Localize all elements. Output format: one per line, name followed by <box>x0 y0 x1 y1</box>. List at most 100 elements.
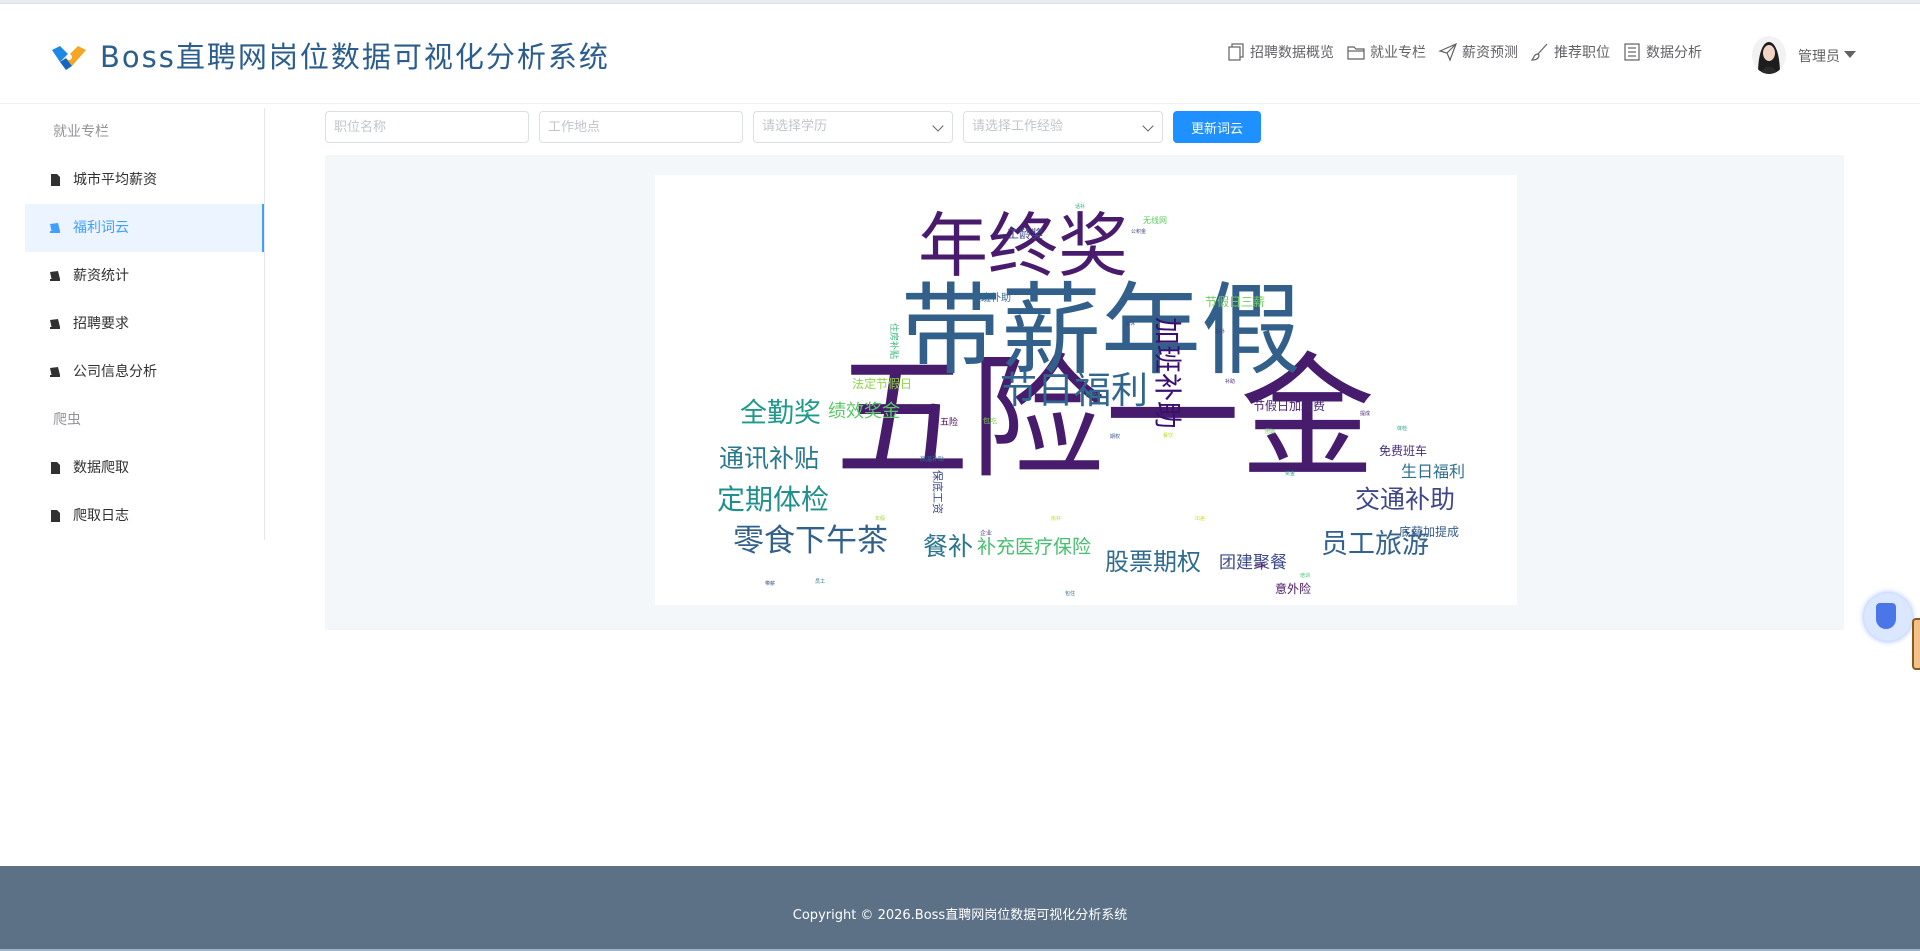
header: Boss直聘网岗位数据可视化分析系统 招聘数据概览 就业专栏 薪资预测 推荐职位… <box>0 4 1920 104</box>
sidebar-item-crawl[interactable]: 数据爬取 <box>25 444 264 492</box>
nav-analysis[interactable]: 数据分析 <box>1622 42 1702 62</box>
sidebar-item-requirements[interactable]: 招聘要求 <box>25 300 264 348</box>
sidebar-item-company-info[interactable]: 公司信息分析 <box>25 348 264 396</box>
paper-plane-icon <box>1438 42 1458 62</box>
caret-down-icon[interactable] <box>1844 51 1856 58</box>
wordcloud-word: 餐补 <box>923 532 973 561</box>
wordcloud-word: 餐饮 <box>1163 432 1173 439</box>
menu-group-employment: 就业专栏 <box>53 124 109 140</box>
float-assistant-widget[interactable] <box>1864 593 1912 641</box>
wordcloud-word: 补助 <box>1225 378 1235 385</box>
wordcloud-word: 全勤奖 <box>740 398 821 429</box>
wordcloud-word: 高温补贴 <box>920 455 944 463</box>
sidebar-item-salary-stats[interactable]: 薪资统计 <box>25 252 264 300</box>
wordcloud-word: 法定节假日 <box>852 376 912 391</box>
wordcloud-word: 团建聚餐 <box>1219 553 1287 573</box>
footer: Copyright © 2026.Boss直聘网岗位数据可视化分析系统 <box>0 866 1920 951</box>
handshake-logo-icon <box>52 46 86 70</box>
wordcloud-word: 免费班车 <box>1379 443 1427 458</box>
folder-icon <box>1347 46 1365 60</box>
app-title: Boss直聘网岗位数据可视化分析系统 <box>100 40 610 74</box>
wordcloud-word: 股票期权 <box>1105 548 1201 576</box>
wordcloud-word: 员工 <box>815 579 825 585</box>
experience-select-placeholder: 请选择工作经验 <box>972 119 1064 134</box>
wordcloud-word: 包住 <box>1065 590 1075 597</box>
nav-overview[interactable]: 招聘数据概览 <box>1226 42 1334 62</box>
sidebar-item-wordcloud[interactable]: 福利词云 <box>25 204 264 252</box>
update-wordcloud-button[interactable]: 更新词云 <box>1173 111 1261 143</box>
wordcloud-card: 五险一金 带薪年假 年终奖 节日福利 加班补助 全勤奖 绩效奖金 通讯补贴 定期体检 零食下午茶餐… <box>655 175 1517 605</box>
sidebar-item-label: 公司信息分析 <box>73 364 157 380</box>
wordcloud-word: 年休 <box>1125 320 1135 327</box>
list-icon <box>1624 43 1640 61</box>
notebook-icon <box>50 367 60 377</box>
sidebar-item-label: 福利词云 <box>73 220 129 236</box>
wordcloud-word: 奖金 <box>1285 470 1295 477</box>
notebook-icon <box>50 271 60 281</box>
menu-group-crawler: 爬虫 <box>53 412 81 428</box>
notebook-icon <box>50 223 60 233</box>
wordcloud-word: 培训 <box>1300 572 1310 579</box>
avatar-icon <box>1752 36 1786 74</box>
user-avatar[interactable] <box>1752 36 1786 74</box>
education-select-placeholder: 请选择学历 <box>762 119 828 134</box>
wordcloud-word: 补贴 <box>1085 391 1097 399</box>
copyright-text: Copyright © 2026.Boss直聘网岗位数据可视化分析系统 <box>792 908 1128 923</box>
job-title-input[interactable] <box>325 111 529 143</box>
sidebar-item-label: 爬取日志 <box>73 508 129 524</box>
sidebar: 就业专栏 城市平均薪资 福利词云 薪资统计 招聘要求 公司信息分析 爬虫 数据爬… <box>25 108 265 540</box>
document-icon <box>51 510 60 522</box>
chevron-down-icon <box>1142 120 1154 132</box>
wordcloud-word: 无线网 <box>1143 215 1167 225</box>
location-input[interactable] <box>539 111 743 143</box>
wordcloud-word: 节假日三薪 <box>1205 295 1265 309</box>
brush-icon <box>1530 43 1548 61</box>
nav-salary-predict-label: 薪资预测 <box>1462 45 1518 61</box>
user-name[interactable]: 管理员 <box>1798 46 1840 66</box>
sidebar-item-label: 招聘要求 <box>73 316 129 332</box>
wordcloud-word: 带薪 <box>765 580 775 587</box>
wordcloud-svg: 五险一金带薪年假年终奖节日福利 加班补助全勤奖 绩效奖金通讯补贴定期体检零食下午茶餐… <box>717 203 1465 597</box>
nav-recommend[interactable]: 推荐职位 <box>1530 42 1610 62</box>
chevron-down-icon <box>932 120 944 132</box>
wordcloud-word: 期权 <box>1110 433 1120 440</box>
nav-analysis-label: 数据分析 <box>1646 45 1702 61</box>
wordcloud-word: 公积金 <box>1131 228 1146 235</box>
notebook-icon <box>50 319 60 329</box>
wordcloud-word: 底薪加提成 <box>1399 524 1459 539</box>
nav-salary-predict[interactable]: 薪资预测 <box>1438 42 1518 62</box>
hand-icon <box>1876 603 1896 629</box>
nav-employment-label: 就业专栏 <box>1370 45 1426 61</box>
wordcloud-word: 提成 <box>1360 410 1370 417</box>
experience-select[interactable]: 请选择工作经验 <box>963 111 1163 143</box>
document-copy-icon <box>1228 43 1244 61</box>
wordcloud-word: 年终奖 <box>918 205 1128 287</box>
wordcloud-word: 年假 <box>875 515 885 522</box>
document-icon <box>51 462 60 474</box>
wordcloud-word: 通讯补贴 <box>719 444 819 473</box>
wordcloud-word: 话补 <box>1075 203 1085 210</box>
wordcloud-word: 加班补助 <box>1151 317 1184 429</box>
sidebar-item-crawl-log[interactable]: 爬取日志 <box>25 492 264 540</box>
sidebar-item-label: 薪资统计 <box>73 268 129 284</box>
sidebar-item-label: 城市平均薪资 <box>73 172 157 188</box>
wordcloud-word: 车补 <box>1215 328 1225 335</box>
sidebar-item-label: 数据爬取 <box>73 460 129 476</box>
document-icon <box>51 174 60 186</box>
wordcloud-word: 假期 <box>1255 562 1265 569</box>
wordcloud-word: 出差 <box>1195 515 1205 522</box>
wordcloud-word: 补充医疗保险 <box>977 536 1091 558</box>
wordcloud-word: 交通补助 <box>1355 485 1455 514</box>
education-select[interactable]: 请选择学历 <box>753 111 953 143</box>
sidebar-item-city-salary[interactable]: 城市平均薪资 <box>25 156 264 204</box>
wordcloud-word: 包吃 <box>983 416 997 425</box>
wordcloud-word: 绩效奖金 <box>828 401 900 422</box>
nav-employment[interactable]: 就业专栏 <box>1346 42 1426 62</box>
side-tab-handle[interactable] <box>1912 618 1920 670</box>
wordcloud-word: 住房补贴 <box>888 323 900 359</box>
top-nav: 招聘数据概览 就业专栏 薪资预测 推荐职位 数据分析 <box>1226 42 1714 62</box>
wordcloud-word: 节假日加班费 <box>1253 399 1325 413</box>
wordcloud-word: 节日福利 <box>1000 369 1148 412</box>
wordcloud-word: 房补 <box>1051 515 1061 522</box>
wordcloud-word: 定期体检 <box>717 483 829 516</box>
